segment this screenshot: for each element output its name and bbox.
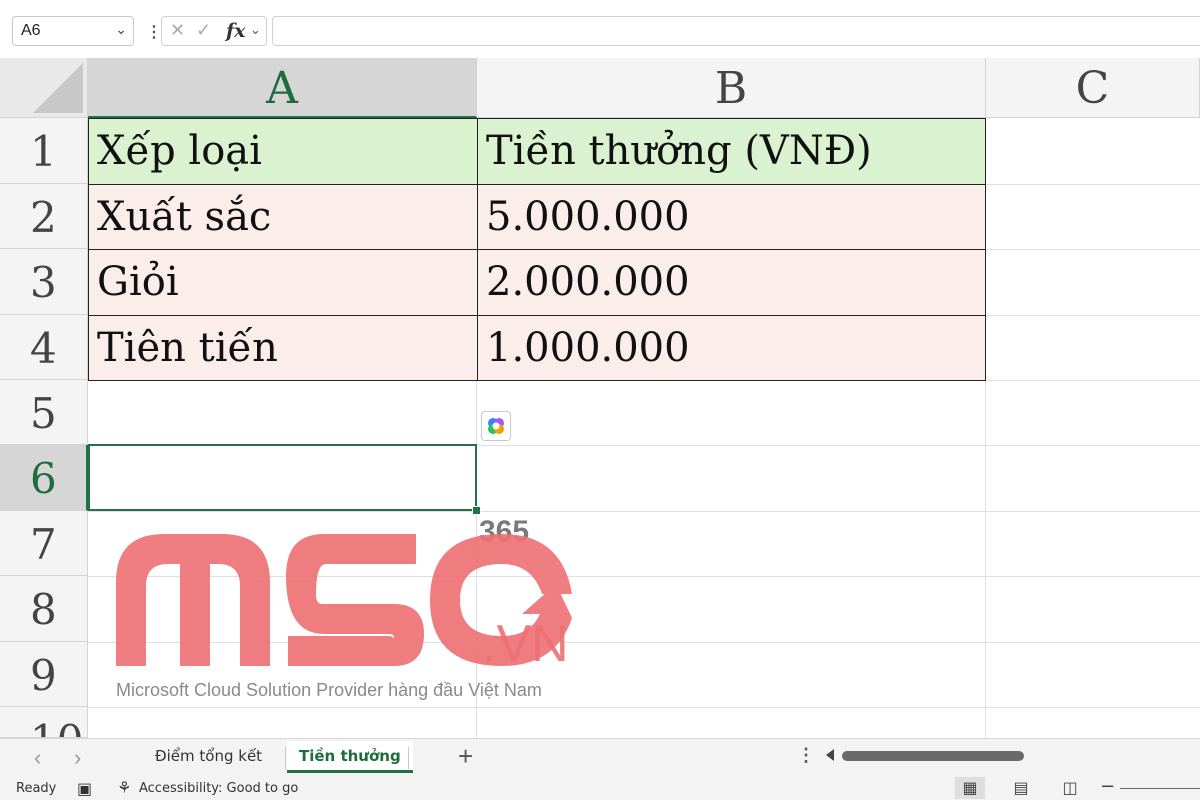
cell-a1[interactable]: Xếp loại [88,118,478,185]
zoom-slider[interactable] [1120,788,1200,789]
normal-view-icon[interactable]: ▦ [955,777,985,799]
scroll-left-icon[interactable] [826,749,834,761]
copilot-icon[interactable] [481,411,511,441]
column-header-a[interactable]: A [88,58,477,118]
row-header-10[interactable]: 10 [0,707,88,738]
column-header-b[interactable]: B [477,58,986,118]
gridline [88,511,1200,512]
more-options-icon[interactable]: ⋮ [797,745,815,766]
column-header-c[interactable]: C [986,58,1200,118]
row-header-6[interactable]: 6 [0,445,88,511]
row-header-8[interactable]: 8 [0,576,88,642]
formula-bar: A6 ⌄ ⋮ ✕ ✓ fx ⌄ [0,8,1200,58]
tab-separator [285,747,286,769]
check-icon[interactable]: ✓ [196,20,211,41]
insert-function-button[interactable]: fx [226,20,246,42]
sheet-tabs-bar: ‹ › Điểm tổng kết Tiền thưởng + ⋮ [0,738,1200,776]
cell-b2[interactable]: 5.000.000 [477,184,986,250]
cell-b1[interactable]: Tiền thưởng (VNĐ) [477,118,986,185]
row-header-1[interactable]: 1 [0,118,88,184]
active-cell-a6[interactable] [88,444,477,511]
formula-input[interactable] [272,16,1200,46]
cell-b4[interactable]: 1.000.000 [477,315,986,381]
row-header-7[interactable]: 7 [0,511,88,576]
accessibility-status[interactable]: Accessibility: Good to go [139,781,298,796]
select-all-button[interactable] [0,58,88,118]
macro-record-icon[interactable]: ▣ [77,779,92,798]
tab-separator [408,747,409,769]
page-break-view-icon[interactable]: ◫ [1055,777,1085,799]
select-all-triangle [33,63,83,113]
chevron-right-icon[interactable]: › [74,745,81,771]
cell-a4[interactable]: Tiên tiến [88,315,478,381]
status-bar: Ready ▣ ⚘ Accessibility: Good to go ▦ ▤ … [0,776,1200,800]
name-box[interactable]: A6 ⌄ [12,16,134,46]
row-header-9[interactable]: 9 [0,642,88,707]
status-ready: Ready [16,781,57,796]
page-layout-view-icon[interactable]: ▤ [1006,777,1036,799]
watermark-suffix: .VN [482,615,569,670]
row-header-4[interactable]: 4 [0,315,88,380]
chevron-down-icon[interactable]: ⌄ [250,22,261,38]
cell-b3[interactable]: 2.000.000 [477,249,986,316]
add-sheet-button[interactable]: + [458,741,473,772]
chevron-left-icon[interactable]: ‹ [34,745,41,771]
cancel-icon[interactable]: ✕ [170,20,185,41]
name-box-value: A6 [21,22,41,39]
copilot-icon-graphic [488,418,504,434]
sheet-tab-tien-thuong[interactable]: Tiền thưởng [287,741,413,773]
formula-controls: ✕ ✓ fx ⌄ [161,16,267,46]
row-header-5[interactable]: 5 [0,380,88,445]
watermark-tagline: Microsoft Cloud Solution Provider hàng đ… [116,680,542,700]
chevron-down-icon[interactable]: ⌄ [115,21,127,38]
horizontal-scrollbar[interactable] [842,751,1024,761]
more-options-icon[interactable]: ⋮ [146,22,162,42]
cell-a3[interactable]: Giỏi [88,249,478,316]
gridline [88,707,1200,708]
zoom-out-icon[interactable]: − [1100,776,1115,797]
fill-handle[interactable] [472,506,481,515]
cell-a2[interactable]: Xuất sắc [88,184,478,250]
accessibility-icon[interactable]: ⚘ [117,778,131,797]
sheet-tab-diem-tong-ket[interactable]: Điểm tổng kết [143,741,274,773]
row-header-3[interactable]: 3 [0,249,88,315]
row-header-2[interactable]: 2 [0,184,88,249]
mso-logo: .VN [116,534,572,670]
